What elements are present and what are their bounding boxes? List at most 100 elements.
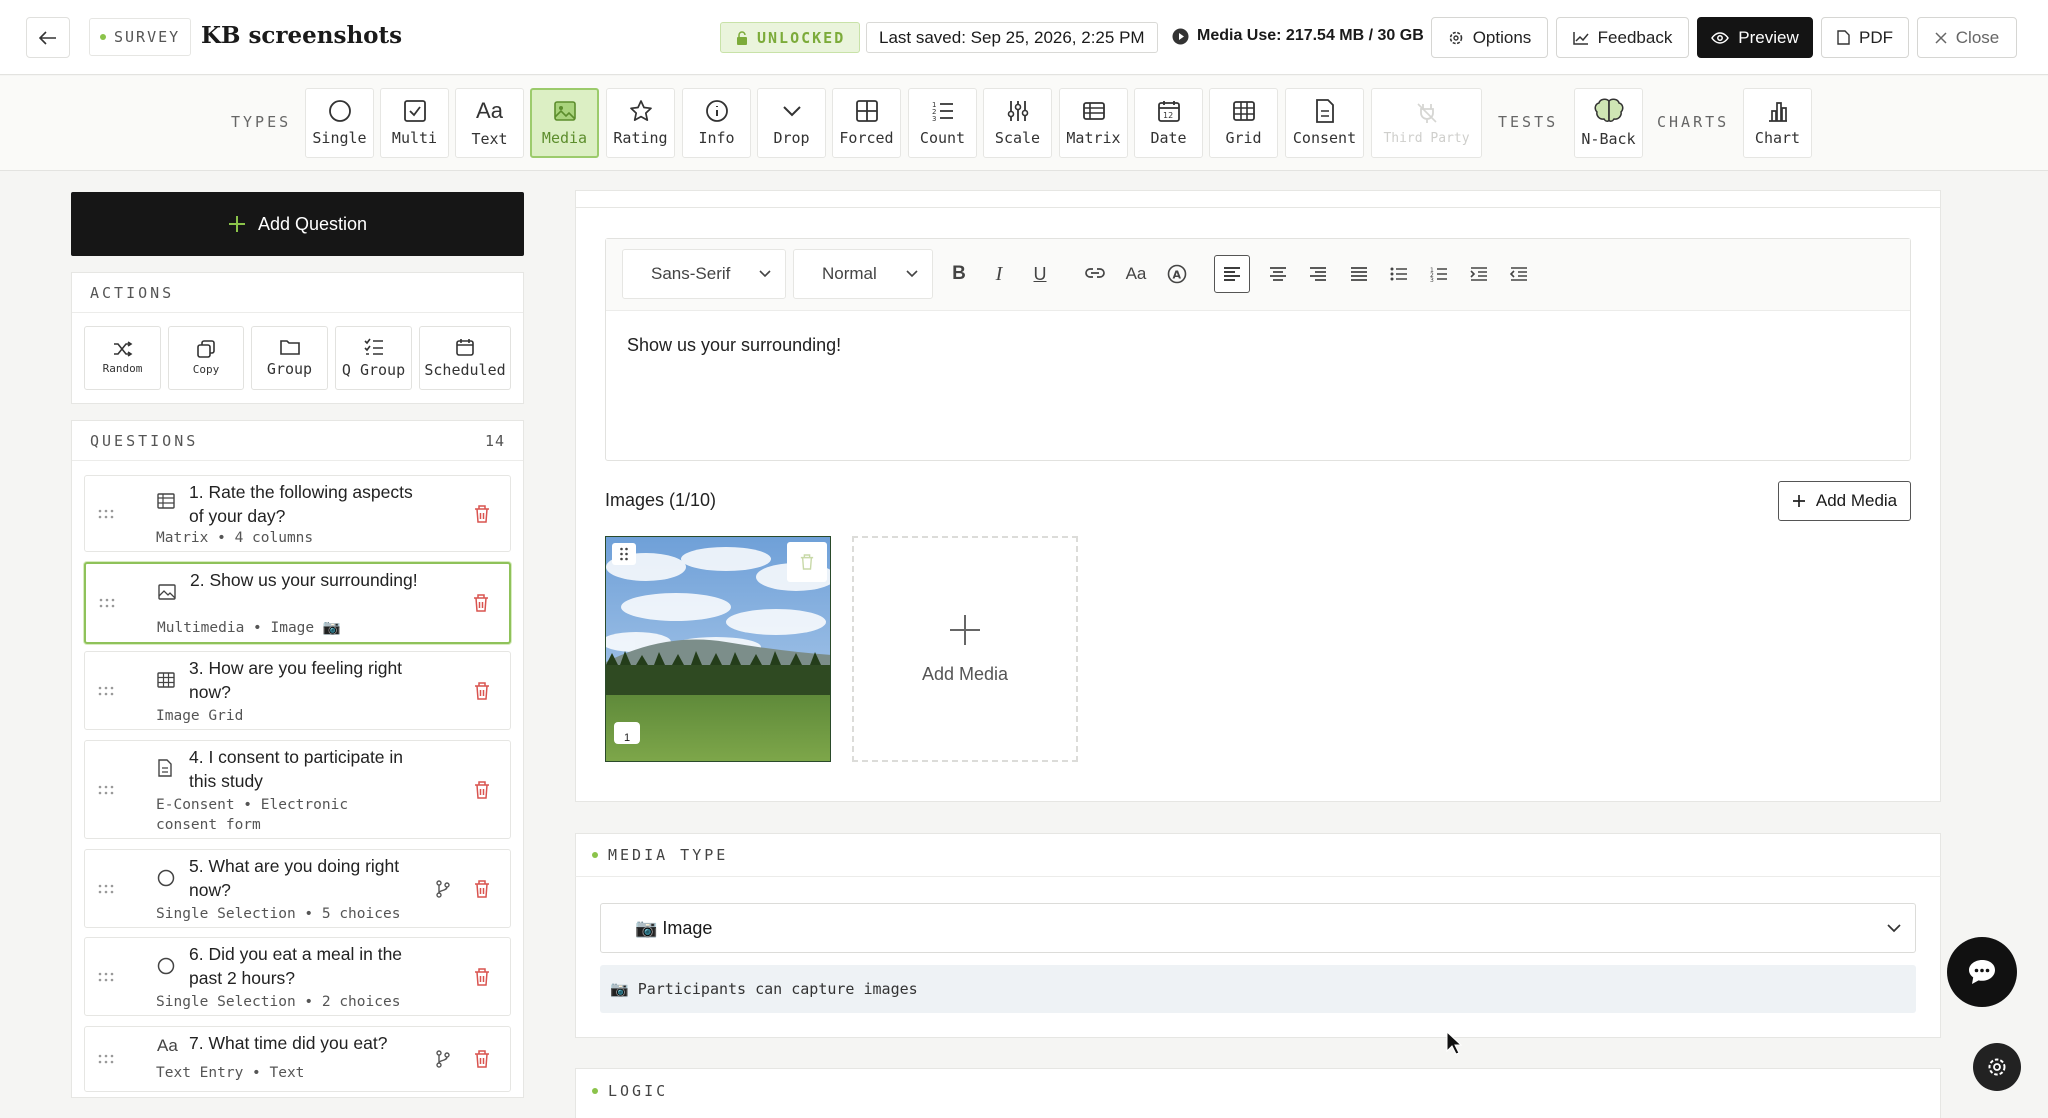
- type-multi[interactable]: Multi: [380, 88, 449, 158]
- branch-icon[interactable]: [435, 879, 451, 898]
- question-item[interactable]: Aa 7. What time did you eat? Text Entry …: [84, 1026, 511, 1092]
- question-item[interactable]: 6. Did you eat a meal in the past 2 hour…: [84, 937, 511, 1016]
- action-scheduled[interactable]: Scheduled: [419, 326, 511, 390]
- align-left-button[interactable]: [1214, 255, 1250, 293]
- indent-button[interactable]: [1464, 259, 1494, 289]
- align-center-button[interactable]: [1263, 259, 1293, 289]
- bullet-list-button[interactable]: [1384, 259, 1414, 289]
- add-media-tile[interactable]: Add Media: [852, 536, 1078, 762]
- question-item[interactable]: 4. I consent to participate in this stud…: [84, 740, 511, 839]
- align-right-button[interactable]: [1303, 259, 1333, 289]
- trash-icon[interactable]: [474, 1050, 490, 1068]
- trash-icon[interactable]: [474, 967, 490, 986]
- image-thumbnail[interactable]: 1: [605, 536, 831, 762]
- trash-icon[interactable]: [474, 780, 490, 799]
- font-family-value: Sans-Serif: [651, 264, 731, 283]
- highlight-button[interactable]: A: [1162, 259, 1192, 289]
- drag-handle[interactable]: [612, 543, 636, 565]
- type-media[interactable]: Media: [530, 88, 599, 158]
- type-date[interactable]: 12 Date: [1134, 88, 1203, 158]
- type-grid[interactable]: Grid: [1209, 88, 1278, 158]
- type-count[interactable]: 123 Count: [908, 88, 977, 158]
- drag-handle-icon[interactable]: [97, 970, 117, 984]
- feedback-button[interactable]: Feedback: [1556, 17, 1689, 58]
- mouse-cursor: [1446, 1031, 1462, 1055]
- outdent-button[interactable]: [1504, 259, 1534, 289]
- type-label: Date: [1150, 129, 1187, 147]
- trash-icon[interactable]: [474, 681, 490, 700]
- numbered-list-icon: 123: [1430, 267, 1447, 282]
- drag-handle-icon[interactable]: [97, 1052, 117, 1066]
- options-button[interactable]: Options: [1431, 17, 1548, 58]
- test-n-back[interactable]: N-Back: [1574, 88, 1643, 158]
- preview-button[interactable]: Preview: [1697, 17, 1813, 58]
- chat-button[interactable]: [1947, 937, 2017, 1007]
- close-button[interactable]: Close: [1917, 17, 2017, 58]
- editor-toolbar: Sans-Serif Normal B I U Aa A 1 2 3: [606, 239, 1910, 311]
- play-circle-icon: [1172, 28, 1189, 44]
- question-title: 4. I consent to participate in this stud…: [189, 747, 404, 791]
- type-rating[interactable]: Rating: [606, 88, 675, 158]
- action-copy[interactable]: Copy: [168, 326, 244, 390]
- rich-text-editor[interactable]: Sans-Serif Normal B I U Aa A 1 2 3 Show …: [605, 238, 1911, 461]
- bold-button[interactable]: B: [944, 259, 974, 289]
- type-forced[interactable]: Forced: [832, 88, 901, 158]
- type-single[interactable]: Single: [305, 88, 374, 158]
- align-justify-button[interactable]: [1344, 259, 1374, 289]
- question-item[interactable]: 3. How are you feeling right now? Image …: [84, 651, 511, 730]
- bold-icon: B: [952, 263, 966, 284]
- trash-icon[interactable]: [474, 879, 490, 898]
- action-group[interactable]: Group: [251, 326, 328, 390]
- question-item-selected[interactable]: 2. Show us your surrounding! Multimedia …: [84, 562, 511, 644]
- card-top-strip: [575, 190, 1941, 208]
- font-family-select[interactable]: Sans-Serif: [622, 249, 786, 299]
- action-random[interactable]: Random: [84, 326, 161, 390]
- actions-header: ACTIONS: [72, 273, 523, 313]
- underline-button[interactable]: U: [1025, 259, 1055, 289]
- question-item[interactable]: 5. What are you doing right now? Single …: [84, 849, 511, 928]
- link-button[interactable]: [1080, 259, 1110, 289]
- trash-icon[interactable]: [473, 594, 489, 612]
- type-text[interactable]: Aa Text: [455, 88, 524, 158]
- chart-chart[interactable]: Chart: [1743, 88, 1812, 158]
- type-info[interactable]: Info: [682, 88, 751, 158]
- top-bar: SURVEY KB screenshots UNLOCKED Last save…: [0, 0, 2048, 75]
- media-use-label: Media Use: 217.54 MB / 30 GB: [1197, 27, 1424, 44]
- drag-handle-icon[interactable]: [97, 507, 117, 521]
- back-button[interactable]: [26, 17, 70, 58]
- drag-handle-icon[interactable]: [97, 684, 117, 698]
- branch-icon[interactable]: [435, 1050, 451, 1068]
- section-dot: [592, 1088, 598, 1094]
- add-question-label: Add Question: [257, 213, 368, 234]
- font-size-select[interactable]: Normal: [793, 249, 933, 299]
- link-icon: [1085, 268, 1105, 278]
- delete-image-button[interactable]: [787, 542, 827, 582]
- type-consent[interactable]: Consent: [1285, 88, 1364, 158]
- type-matrix[interactable]: Matrix: [1059, 88, 1128, 158]
- trash-icon[interactable]: [474, 504, 490, 523]
- action-q-group[interactable]: Q Group: [335, 326, 412, 390]
- add-media-label: Add Media: [1815, 491, 1898, 510]
- type-drop[interactable]: Drop: [757, 88, 826, 158]
- chevron-down-icon: [759, 270, 771, 278]
- drag-handle-icon[interactable]: [98, 596, 118, 610]
- logic-header: LOGIC: [592, 1082, 668, 1100]
- add-question-button[interactable]: Add Question: [71, 192, 524, 256]
- settings-button[interactable]: [1973, 1043, 2021, 1091]
- question-subtitle: Single Selection • 5 choices: [156, 906, 401, 922]
- type-scale[interactable]: Scale: [983, 88, 1052, 158]
- checklist-icon: [363, 338, 383, 355]
- editor-content[interactable]: Show us your surrounding!: [627, 335, 841, 356]
- question-title: 6. Did you eat a meal in the past 2 hour…: [189, 944, 403, 988]
- font-size-button[interactable]: Aa: [1121, 259, 1151, 289]
- drag-handle-icon[interactable]: [97, 783, 117, 797]
- pdf-button[interactable]: PDF: [1821, 17, 1909, 58]
- italic-button[interactable]: I: [984, 259, 1014, 289]
- media-type-select[interactable]: 📷 Image: [600, 903, 1916, 953]
- matrix-icon: [1082, 102, 1105, 120]
- add-media-button[interactable]: Add Media: [1778, 481, 1911, 521]
- question-item[interactable]: 1. Rate the following aspects of your da…: [84, 475, 511, 552]
- drag-handle-icon[interactable]: [97, 882, 117, 896]
- indent-icon: [1470, 267, 1487, 281]
- ordered-list-button[interactable]: 123: [1424, 259, 1454, 289]
